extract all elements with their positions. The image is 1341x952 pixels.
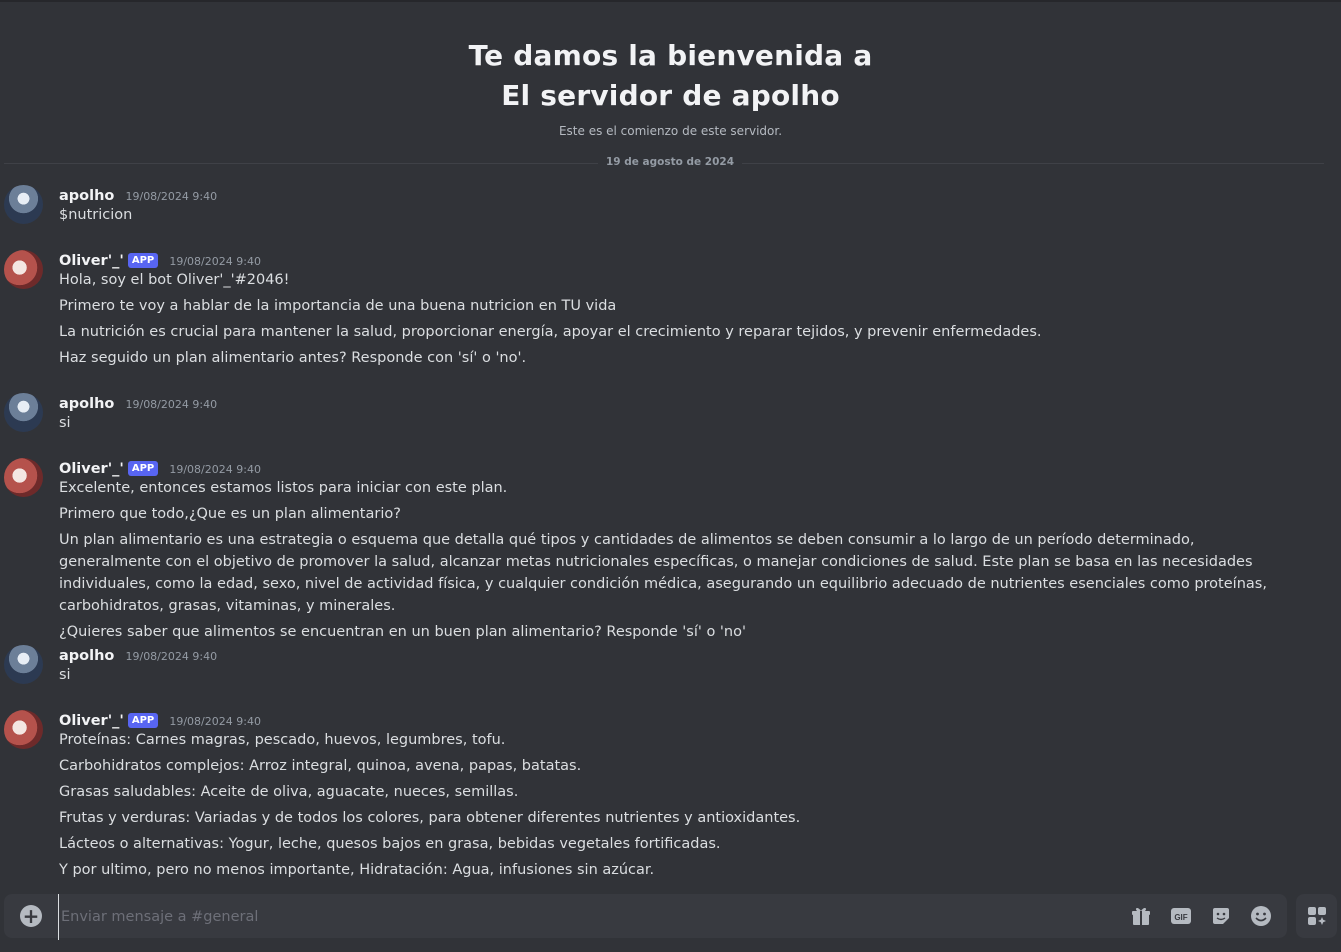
emoji-icon[interactable] [1250,905,1272,927]
message-line: ¿Quieres saber que alimentos se encuentr… [59,624,746,640]
message-line: $nutricion [59,207,133,223]
date-divider-label: 19 de agosto de 2024 [598,156,743,168]
message-header: apolho 19/08/2024 9:40 [59,185,217,205]
message-line: Lácteos o alternativas: Yogur, leche, qu… [59,836,721,852]
message-body: Hola, soy el bot Oliver'_'#2046! Primero… [59,269,1289,373]
message-header: Oliver'_' APP 19/08/2024 9:40 [59,250,261,270]
welcome-title-line1: Te damos la bienvenida a [468,39,873,72]
plus-circle-icon[interactable]: + [20,905,42,927]
message-body: Proteínas: Carnes magras, pescado, huevo… [59,729,1289,885]
message-line: La nutrición es crucial para mantener la… [59,324,1042,340]
message-line: si [59,415,71,431]
avatar[interactable] [4,458,43,497]
author-name[interactable]: Oliver'_' [59,461,124,477]
message-line: Hola, soy el bot Oliver'_'#2046! [59,272,290,288]
message-body: $nutricion [59,204,1289,230]
app-badge: APP [127,253,159,268]
message-line: Frutas y verduras: Variadas y de todos l… [59,810,801,826]
message-line: Excelente, entonces estamos listos para … [59,480,508,496]
avatar[interactable] [4,185,43,224]
message-input[interactable] [58,894,1113,940]
timestamp: 19/08/2024 9:40 [169,715,261,728]
avatar[interactable] [4,393,43,432]
message-header: apolho 19/08/2024 9:40 [59,393,217,413]
author-name[interactable]: apolho [59,188,114,204]
timestamp: 19/08/2024 9:40 [169,463,261,476]
timestamp: 19/08/2024 9:40 [125,398,218,411]
message-line: si [59,667,71,683]
author-name[interactable]: Oliver'_' [59,253,124,269]
avatar[interactable] [4,250,43,289]
message-line: Proteínas: Carnes magras, pescado, huevo… [59,732,506,748]
timestamp: 19/08/2024 9:40 [125,190,218,203]
message-line: Primero que todo,¿Que es un plan aliment… [59,506,401,522]
author-name[interactable]: Oliver'_' [59,713,124,729]
timestamp: 19/08/2024 9:40 [125,650,218,663]
app-badge: APP [127,713,159,728]
svg-text:GIF: GIF [1174,913,1187,922]
message-composer: + GIF [4,894,1287,940]
apps-button[interactable] [1296,894,1337,938]
message-line: Y por ultimo, pero no menos importante, … [59,862,655,878]
message-body: Excelente, entonces estamos listos para … [59,477,1289,647]
top-border [0,0,1341,2]
message-header: Oliver'_' APP 19/08/2024 9:40 [59,458,261,478]
avatar[interactable] [4,710,43,749]
welcome-subtitle: Este es el comienzo de este servidor. [558,124,783,138]
message-body: si [59,412,1289,438]
gif-icon[interactable]: GIF [1170,905,1192,927]
avatar[interactable] [4,645,43,684]
author-name[interactable]: apolho [59,396,114,412]
message-line: Haz seguido un plan alimentario antes? R… [59,350,527,366]
message-line: Primero te voy a hablar de la importanci… [59,298,617,314]
message-line: Carbohidratos complejos: Arroz integral,… [59,758,582,774]
sticker-icon[interactable] [1210,905,1232,927]
gift-icon[interactable] [1130,905,1152,927]
message-line: Grasas saludables: Aceite de oliva, agua… [59,784,519,800]
timestamp: 19/08/2024 9:40 [169,255,261,268]
message-line: Un plan alimentario es una estrategia o … [59,532,1267,614]
message-header: Oliver'_' APP 19/08/2024 9:40 [59,710,261,730]
welcome-title-line2: El servidor de apolho [501,79,840,112]
message-header: apolho 19/08/2024 9:40 [59,645,217,665]
apps-icon[interactable] [1306,905,1328,927]
app-badge: APP [127,461,159,476]
author-name[interactable]: apolho [59,648,114,664]
message-body: si [59,664,1289,690]
welcome-header: Te damos la bienvenida a El servidor de … [0,36,1341,138]
